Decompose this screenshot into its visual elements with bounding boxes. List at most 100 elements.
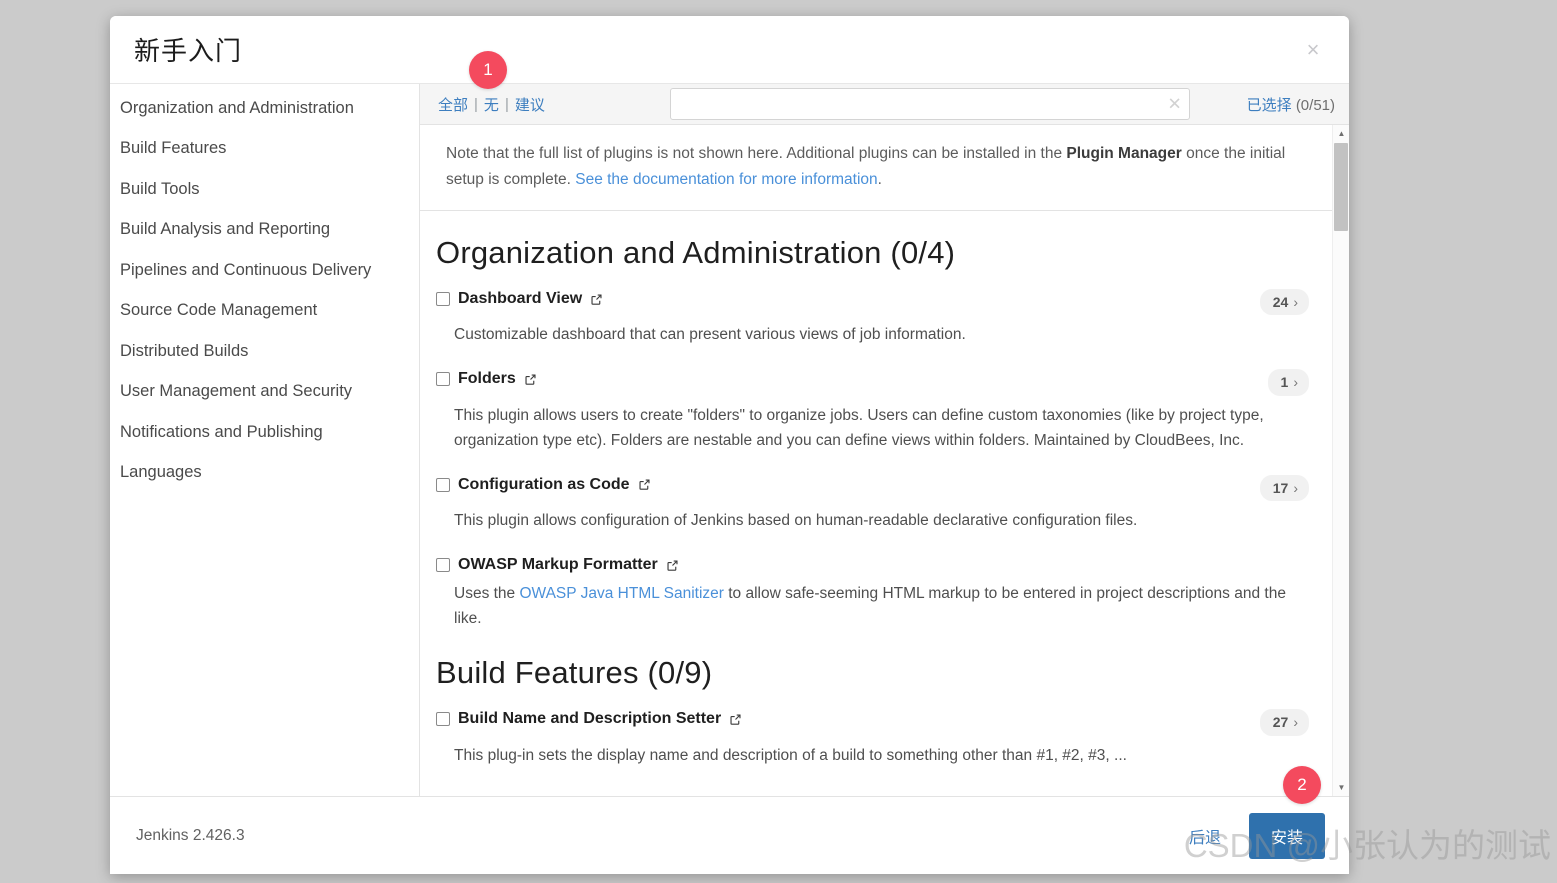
plugin-name: Build Name and Description Setter [458,710,722,728]
plugin-description: This plug-in sets the display name and d… [454,746,1127,764]
dialog-footer: Jenkins 2.426.3 后退 安装 [110,796,1349,874]
separator-2: | [504,95,509,113]
plugin-checkbox-folders[interactable] [436,372,450,387]
sidebar-item-label: Notifications and Publishing [120,422,323,441]
scrollbar-thumb[interactable] [1334,143,1348,231]
plugin-dependency-badge[interactable]: 1 › [1267,369,1309,396]
plugin-header: Build Name and Description Setter [436,709,742,728]
selected-count[interactable]: 已选择 (0/51) [1247,94,1335,115]
select-suggested-link[interactable]: 建议 [515,94,545,115]
external-link-icon[interactable] [638,478,651,491]
selected-count-label: 已选择 [1246,96,1292,114]
back-button[interactable]: 后退 [1175,818,1235,854]
plugin-description: This plugin allows users to create "fold… [454,406,1264,449]
select-all-link[interactable]: 全部 [438,94,468,115]
chevron-right-icon: › [1293,294,1298,311]
plugin-header: Folders [436,369,537,388]
sidebar-item-label: Languages [120,463,202,482]
search-box: ✕ [669,88,1190,120]
sidebar-item-label: Build Tools [120,179,200,198]
plugin-row: Dashboard View 24 › [436,289,1309,316]
filter-toolbar: 全部 | 无 | 建议 ✕ 已选择 (0/51) [420,84,1349,125]
plugin-name: Dashboard View [458,290,583,308]
description-text-before: Uses the [454,585,520,603]
plugin-description: Uses the OWASP Java HTML Sanitizer to al… [454,581,1309,631]
sidebar-item-label: Build Features [120,139,227,158]
plugin-dependency-badge[interactable]: 24 › [1259,289,1309,316]
plugin-name: Configuration as Code [458,475,630,493]
page-title: 新手入门 [134,36,243,66]
external-link-icon[interactable] [524,373,537,386]
plugin-row: Configuration as Code 17 › [436,474,1309,502]
annotation-marker-2: 2 [1283,766,1321,804]
jenkins-version: Jenkins 2.426.3 [136,826,245,844]
plugin-row: Build Name and Description Setter 27 › [436,709,1309,736]
badge-count: 24 [1272,294,1289,311]
separator-1: | [474,95,478,113]
sidebar-item-label: Source Code Management [120,301,318,320]
sidebar-item-build-features[interactable]: Build Features [110,129,419,170]
plugin-row: Folders 1 › [436,369,1309,396]
sidebar-item-source-code-management[interactable]: Source Code Management [110,291,419,332]
plugin-section-organization-and-administration: Organization and Administration (0/4) Da… [420,235,1349,631]
sidebar-item-notifications-and-publishing[interactable]: Notifications and Publishing [110,412,419,453]
owasp-sanitizer-link[interactable]: OWASP Java HTML Sanitizer [519,585,723,602]
sidebar-item-organization-and-administration[interactable]: Organization and Administration [110,88,419,129]
annotation-marker-1: 1 [469,51,507,89]
chevron-right-icon: › [1293,479,1298,496]
plugin-description: Customizable dashboard that can present … [454,326,966,344]
sidebar-item-label: User Management and Security [120,382,353,401]
sidebar-item-label: Pipelines and Continuous Delivery [120,260,372,279]
external-link-icon[interactable] [590,293,603,306]
plugin-dependency-badge[interactable]: 17 › [1259,474,1309,502]
plugin-checkbox-dashboard-view[interactable] [436,292,450,307]
sidebar-item-build-analysis-and-reporting[interactable]: Build Analysis and Reporting [110,210,419,251]
sidebar-item-distributed-builds[interactable]: Distributed Builds [110,331,419,372]
sidebar-item-pipelines-and-continuous-delivery[interactable]: Pipelines and Continuous Delivery [110,250,419,291]
plugin-list-scroll-region[interactable]: Note that the full list of plugins is no… [420,125,1349,796]
sidebar-item-label: Organization and Administration [120,98,354,117]
note-bold-plugin-manager: Plugin Manager [1066,145,1182,162]
plugin-name: Folders [458,370,516,388]
plugin-row: OWASP Markup Formatter [436,555,1309,574]
scroll-up-arrow-icon[interactable]: ▲ [1333,125,1349,142]
search-input[interactable] [669,88,1190,120]
plugin-dependency-badge[interactable]: 27 › [1259,709,1309,736]
dialog-header: 新手入门 × [110,16,1349,84]
note-text-3: . [877,170,882,188]
sidebar-item-languages[interactable]: Languages [110,453,419,494]
chevron-right-icon: › [1293,714,1298,731]
badge-count: 27 [1272,714,1289,731]
select-none-link[interactable]: 无 [484,94,499,115]
plugin-list-scrollbar[interactable]: ▲ ▼ [1332,125,1349,796]
install-button[interactable]: 安装 [1248,812,1325,859]
search-area: ✕ [555,88,1237,120]
plugin-checkbox-owasp-markup-formatter[interactable] [436,558,450,573]
plugin-header: Dashboard View [436,289,603,308]
external-link-icon[interactable] [729,713,742,726]
sidebar-item-user-management-and-security[interactable]: User Management and Security [110,372,419,413]
plugin-name: OWASP Markup Formatter [458,556,658,574]
close-icon[interactable]: × [1297,34,1329,66]
external-link-icon[interactable] [666,559,679,572]
chevron-right-icon: › [1293,374,1298,391]
sidebar-item-label: Distributed Builds [120,341,249,360]
note-text-1: Note that the full list of plugins is no… [446,145,1067,162]
category-sidebar: Organization and Administration Build Fe… [110,84,420,796]
plugin-content: 全部 | 无 | 建议 ✕ 已选择 (0/51) Note that the f… [420,84,1349,796]
plugin-checkbox-configuration-as-code[interactable] [436,477,450,492]
plugins-note-banner: Note that the full list of plugins is no… [420,125,1349,212]
section-title: Build Features (0/9) [436,655,713,691]
scroll-down-arrow-icon[interactable]: ▼ [1333,779,1349,796]
plugin-header: Configuration as Code [436,475,651,494]
selected-count-value: (0/51) [1295,96,1335,114]
plugin-section-build-features: Build Features (0/9) Build Name and Desc… [420,655,1349,767]
sidebar-item-build-tools[interactable]: Build Tools [110,169,419,210]
screen: 新手入门 × Organization and Administration B… [0,0,1557,883]
clear-search-icon[interactable]: ✕ [1167,96,1181,113]
plugin-checkbox-build-name-and-description-setter[interactable] [436,712,450,727]
plugin-description: This plugin allows configuration of Jenk… [454,512,1138,530]
documentation-link[interactable]: See the documentation for more informati… [575,171,877,188]
badge-count: 1 [1280,374,1289,391]
dialog-body: Organization and Administration Build Fe… [110,84,1349,796]
